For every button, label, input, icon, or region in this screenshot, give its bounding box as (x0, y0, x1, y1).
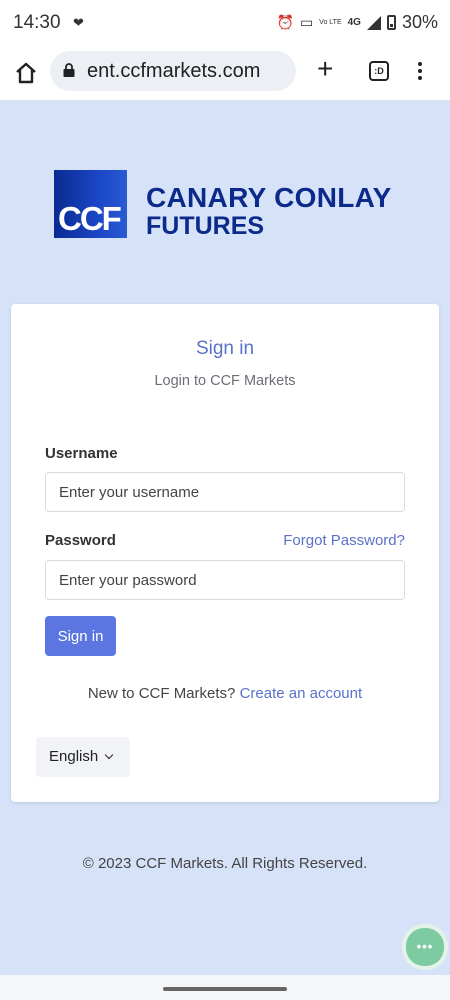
logo-mark: CCF (54, 170, 127, 238)
status-right-icons: ⏰ ▭ Vo LTE 4G 30% (277, 12, 439, 33)
vibrate-icon: ▭ (299, 14, 314, 30)
url-text[interactable]: ent.ccfmarkets.com (87, 60, 260, 83)
status-time: 14:30 (13, 12, 61, 33)
new-tab-icon[interactable]: + (317, 55, 333, 83)
logo-name-line1: CANARY CONLAY (146, 182, 392, 213)
volte-indicator: Vo LTE (319, 19, 342, 26)
gesture-handle[interactable] (163, 987, 287, 991)
login-card: Sign in Login to CCF Markets Username Pa… (11, 304, 439, 802)
signin-subtitle: Login to CCF Markets (154, 373, 296, 389)
signal-icon (366, 15, 381, 30)
signin-button[interactable]: Sign in (45, 616, 116, 656)
battery-percent: 30% (401, 12, 438, 32)
network-type: 4G (347, 17, 361, 28)
create-account-link[interactable]: Create an account (240, 685, 363, 702)
heart-rate-icon: ❤ (73, 15, 84, 30)
logo-abbr: CCF (58, 200, 122, 237)
language-value[interactable]: English (49, 748, 98, 765)
alarm-icon: ⏰ (276, 14, 294, 30)
copyright-footer: © 2023 CCF Markets. All Rights Reserved. (82, 855, 368, 872)
signin-title: Sign in (195, 338, 255, 359)
system-nav-bar (0, 975, 450, 1000)
username-input[interactable] (45, 472, 405, 512)
logo-name-line2: FUTURES (146, 212, 265, 240)
chat-bubble-icon[interactable]: ••• (406, 928, 444, 966)
menu-icon[interactable] (412, 60, 428, 84)
forgot-password-link[interactable]: Forgot Password? (283, 532, 405, 549)
username-label: Username (45, 445, 118, 462)
battery-icon (386, 15, 396, 30)
status-bar: 14:30 ❤ ⏰ ▭ Vo LTE 4G 30% (0, 0, 450, 48)
chat-dots: ••• (416, 939, 434, 954)
address-bar[interactable]: ent.ccfmarkets.com (50, 51, 296, 91)
new-to-text: New to CCF Markets? (87, 685, 236, 702)
password-input[interactable] (45, 560, 405, 600)
home-icon[interactable] (13, 60, 39, 86)
brand-logo: CCF CANARY CONLAY FUTURES (54, 170, 414, 240)
browser-toolbar: ent.ccfmarkets.com + :D (0, 48, 450, 100)
tabs-icon[interactable]: :D (369, 61, 389, 81)
language-select[interactable]: English (36, 737, 130, 777)
new-account-prompt: New to CCF Markets? Create an account (11, 685, 439, 702)
chevron-down-icon (104, 750, 114, 760)
password-label: Password (45, 532, 116, 549)
lock-icon[interactable] (63, 63, 75, 77)
